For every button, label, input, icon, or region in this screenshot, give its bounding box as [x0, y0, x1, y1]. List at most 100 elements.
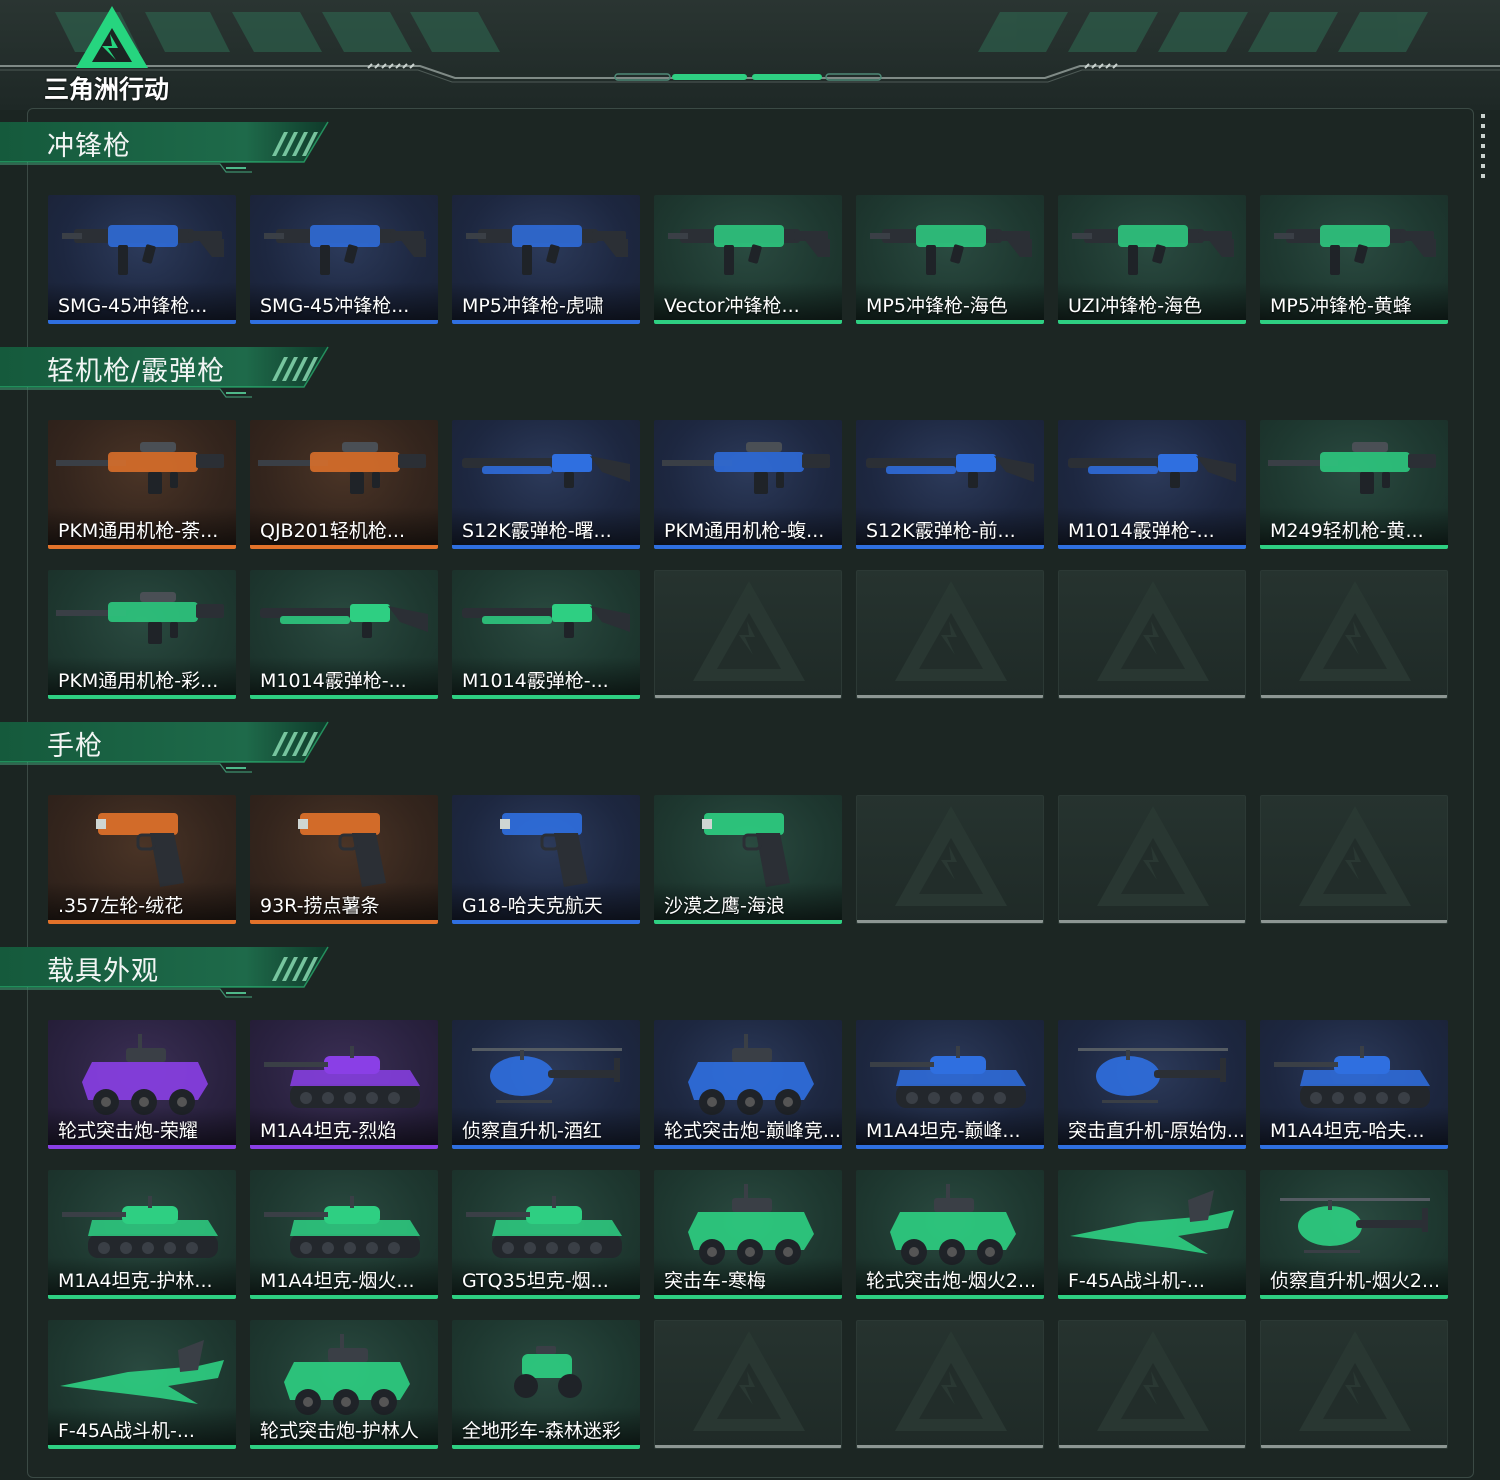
skin-name: M1A4坦克-巅峰... — [866, 1120, 1021, 1142]
empty-slot — [654, 570, 842, 699]
rarity-bar — [856, 320, 1044, 324]
skin-card[interactable]: PKM通用机枪-荼... — [48, 420, 236, 549]
skin-card[interactable]: F-45A战斗机-... — [48, 1320, 236, 1449]
skin-name: S12K霰弹枪-前... — [866, 520, 1016, 542]
skin-card[interactable]: 全地形车-森林迷彩 — [452, 1320, 640, 1449]
rarity-bar — [48, 545, 236, 549]
skin-card[interactable]: SMG-45冲锋枪... — [48, 195, 236, 324]
rarity-bar — [250, 1295, 438, 1299]
header-decoration — [0, 12, 1500, 83]
skin-name: M249轻机枪-黄... — [1270, 520, 1424, 542]
skin-card[interactable]: PKM通用机枪-蝮... — [654, 420, 842, 549]
skin-card[interactable]: M1014霰弹枪-... — [1058, 420, 1246, 549]
rarity-bar — [856, 545, 1044, 549]
skin-card[interactable]: M1014霰弹枪-... — [250, 570, 438, 699]
rarity-bar — [48, 1445, 236, 1449]
section-title: 轻机枪/霰弹枪 — [47, 356, 226, 387]
skin-card[interactable]: .357左轮-绒花 — [48, 795, 236, 924]
placeholder-logo-icon — [895, 581, 1007, 681]
skin-name: 侦察直升机-酒红 — [462, 1120, 602, 1142]
skin-card[interactable]: MP5冲锋枪-黄蜂 — [1260, 195, 1448, 324]
skin-card[interactable]: M1A4坦克-巅峰... — [856, 1020, 1044, 1149]
skin-card[interactable]: G18-哈夫克航天 — [452, 795, 640, 924]
skin-card[interactable]: GTQ35坦克-烟... — [452, 1170, 640, 1299]
rarity-bar — [1058, 1295, 1246, 1299]
skin-card[interactable]: M1A4坦克-哈夫... — [1260, 1020, 1448, 1149]
rarity-bar — [452, 1145, 640, 1149]
skin-card[interactable]: UZI冲锋枪-海色 — [1058, 195, 1246, 324]
empty-slot — [1260, 1320, 1448, 1449]
skin-name: G18-哈夫克航天 — [462, 895, 603, 917]
skin-card[interactable]: 突击直升机-原始伪... — [1058, 1020, 1246, 1149]
skin-name: 轮式突击炮-巅峰竞... — [664, 1120, 841, 1142]
empty-slot-bar — [1059, 920, 1245, 923]
skin-name: M1A4坦克-哈夫... — [1270, 1120, 1425, 1142]
scrollbar[interactable] — [1481, 114, 1485, 180]
skin-name: PKM通用机枪-彩... — [58, 670, 219, 692]
empty-slot-bar — [1261, 695, 1447, 698]
rarity-bar — [654, 545, 842, 549]
rarity-bar — [452, 920, 640, 924]
skin-name: 突击直升机-原始伪... — [1068, 1120, 1245, 1142]
rarity-bar — [48, 320, 236, 324]
skin-card[interactable]: SMG-45冲锋枪... — [250, 195, 438, 324]
skin-name: MP5冲锋枪-虎啸 — [462, 295, 604, 317]
skin-card[interactable]: M1014霰弹枪-... — [452, 570, 640, 699]
skin-name: Vector冲锋枪... — [664, 295, 800, 317]
rarity-bar — [452, 545, 640, 549]
skin-card[interactable]: Vector冲锋枪... — [654, 195, 842, 324]
skin-card[interactable]: 侦察直升机-烟火2... — [1260, 1170, 1448, 1299]
skin-card[interactable]: M1A4坦克-护林... — [48, 1170, 236, 1299]
skin-card[interactable]: 轮式突击炮-烟火2... — [856, 1170, 1044, 1299]
skin-card[interactable]: PKM通用机枪-彩... — [48, 570, 236, 699]
rarity-bar — [1058, 1145, 1246, 1149]
section-title: 载具外观 — [47, 956, 159, 987]
empty-slot — [1058, 570, 1246, 699]
rarity-bar — [1260, 320, 1448, 324]
skin-card[interactable]: 侦察直升机-酒红 — [452, 1020, 640, 1149]
placeholder-logo-icon — [895, 1331, 1007, 1431]
skin-name: 突击车-寒梅 — [664, 1270, 766, 1292]
rarity-bar — [1260, 545, 1448, 549]
skin-card[interactable]: 轮式突击炮-荣耀 — [48, 1020, 236, 1149]
skin-card[interactable]: S12K霰弹枪-曙... — [452, 420, 640, 549]
skin-card[interactable]: 轮式突击炮-护林人 — [250, 1320, 438, 1449]
skin-card[interactable]: M249轻机枪-黄... — [1260, 420, 1448, 549]
skin-card[interactable]: MP5冲锋枪-海色 — [856, 195, 1044, 324]
section-header: 手枪 — [0, 720, 340, 776]
empty-slot-bar — [1059, 1445, 1245, 1448]
skin-card[interactable]: S12K霰弹枪-前... — [856, 420, 1044, 549]
skin-name: PKM通用机枪-荼... — [58, 520, 219, 542]
rarity-bar — [48, 1295, 236, 1299]
skin-name: 全地形车-森林迷彩 — [462, 1420, 621, 1442]
section-header: 冲锋枪 — [0, 120, 340, 176]
rarity-bar — [452, 1295, 640, 1299]
empty-slot-bar — [857, 920, 1043, 923]
skin-card[interactable]: 突击车-寒梅 — [654, 1170, 842, 1299]
skin-card[interactable]: QJB201轻机枪... — [250, 420, 438, 549]
skin-card[interactable]: M1A4坦克-烈焰 — [250, 1020, 438, 1149]
rarity-bar — [250, 545, 438, 549]
rarity-bar — [452, 695, 640, 699]
empty-slot — [654, 1320, 842, 1449]
skin-name: M1A4坦克-烈焰 — [260, 1120, 397, 1142]
skin-name: UZI冲锋枪-海色 — [1068, 295, 1203, 317]
skin-name: GTQ35坦克-烟... — [462, 1270, 609, 1292]
skin-card[interactable]: 沙漠之鹰-海浪 — [654, 795, 842, 924]
rarity-bar — [1260, 1145, 1448, 1149]
skin-name: MP5冲锋枪-海色 — [866, 295, 1008, 317]
skin-name: M1A4坦克-护林... — [58, 1270, 213, 1292]
skin-card[interactable]: MP5冲锋枪-虎啸 — [452, 195, 640, 324]
skin-card[interactable]: 93R-捞点薯条 — [250, 795, 438, 924]
rarity-bar — [856, 1145, 1044, 1149]
empty-slot-bar — [857, 1445, 1043, 1448]
skin-card[interactable]: 轮式突击炮-巅峰竞... — [654, 1020, 842, 1149]
empty-slot — [1058, 795, 1246, 924]
empty-slot — [856, 1320, 1044, 1449]
rarity-bar — [250, 920, 438, 924]
skin-card[interactable]: F-45A战斗机-... — [1058, 1170, 1246, 1299]
rarity-bar — [1058, 320, 1246, 324]
rarity-bar — [452, 320, 640, 324]
skin-card[interactable]: M1A4坦克-烟火... — [250, 1170, 438, 1299]
rarity-bar — [48, 1145, 236, 1149]
